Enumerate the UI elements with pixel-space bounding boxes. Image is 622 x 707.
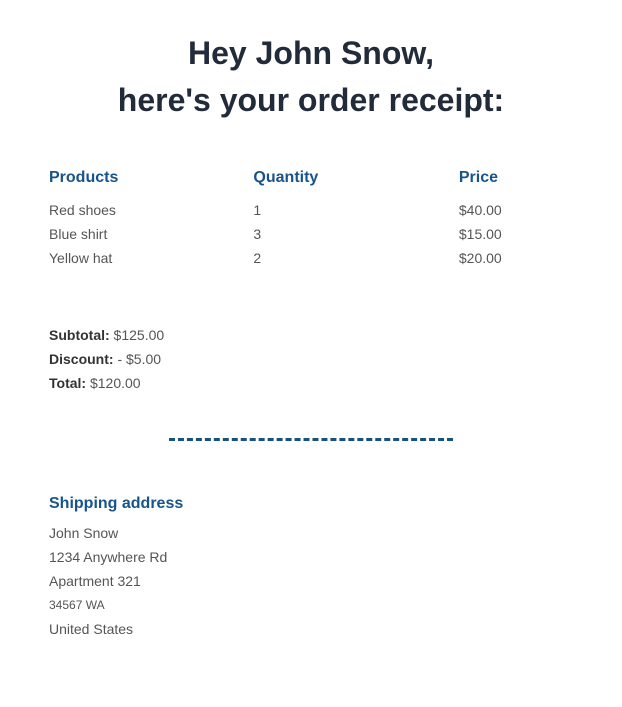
discount-value: - $5.00 <box>113 351 162 367</box>
total-label: Total: <box>49 375 87 391</box>
total-row: Total: $120.00 <box>49 371 622 395</box>
table-row: Red shoes 1 $40.00 <box>49 203 602 227</box>
cell-quantity: 3 <box>253 226 262 242</box>
shipping-address-section: Shipping address John Snow 1234 Anywhere… <box>0 495 622 641</box>
table-header-row: Products Quantity Price <box>49 169 602 203</box>
cell-product: Blue shirt <box>49 226 108 242</box>
table-row: Yellow hat 2 $20.00 <box>49 251 602 275</box>
order-table-body: Red shoes 1 $40.00 Blue shirt 3 $15.00 Y… <box>49 203 602 275</box>
page-title-line-2: here's your order receipt: <box>117 82 505 118</box>
shipping-line-name: John Snow <box>49 525 119 541</box>
order-table-section: Products Quantity Price Red shoes 1 $40.… <box>0 169 622 275</box>
page-title: Hey John Snow, here's your order receipt… <box>0 0 622 124</box>
total-value: $120.00 <box>86 375 141 391</box>
subtotal-label: Subtotal: <box>49 327 110 343</box>
subtotal-value: $125.00 <box>109 327 165 343</box>
column-header-products: Products <box>49 169 119 186</box>
shipping-line-street: 1234 Anywhere Rd <box>49 549 168 565</box>
column-header-price: Price <box>458 169 499 186</box>
cell-price: $15.00 <box>458 226 502 242</box>
cell-price: $20.00 <box>458 250 502 266</box>
receipt-page: Hey John Snow, here's your order receipt… <box>0 0 622 707</box>
cell-product: Red shoes <box>49 202 116 218</box>
order-table-head: Products Quantity Price <box>49 169 602 203</box>
cell-quantity: 1 <box>253 202 262 218</box>
divider-container <box>0 438 622 441</box>
shipping-line-country: United States <box>49 621 134 637</box>
discount-row: Discount: - $5.00 <box>49 347 622 371</box>
cell-product: Yellow hat <box>49 250 113 266</box>
cell-price: $40.00 <box>458 202 502 218</box>
shipping-address-title: Shipping address <box>49 495 184 512</box>
column-header-quantity: Quantity <box>253 169 319 186</box>
cell-quantity: 2 <box>253 250 262 266</box>
shipping-line-unit: Apartment 321 <box>49 573 141 589</box>
subtotal-row: Subtotal: $125.00 <box>49 323 622 347</box>
shipping-line-zip-state: 34567 WA <box>49 598 105 612</box>
totals-section: Subtotal: $125.00 Discount: - $5.00 Tota… <box>0 323 622 395</box>
page-title-line-1: Hey John Snow, <box>188 35 434 71</box>
table-row: Blue shirt 3 $15.00 <box>49 227 602 251</box>
dashed-divider <box>169 438 453 441</box>
order-table: Products Quantity Price Red shoes 1 $40.… <box>49 169 602 275</box>
discount-label: Discount: <box>49 351 114 367</box>
